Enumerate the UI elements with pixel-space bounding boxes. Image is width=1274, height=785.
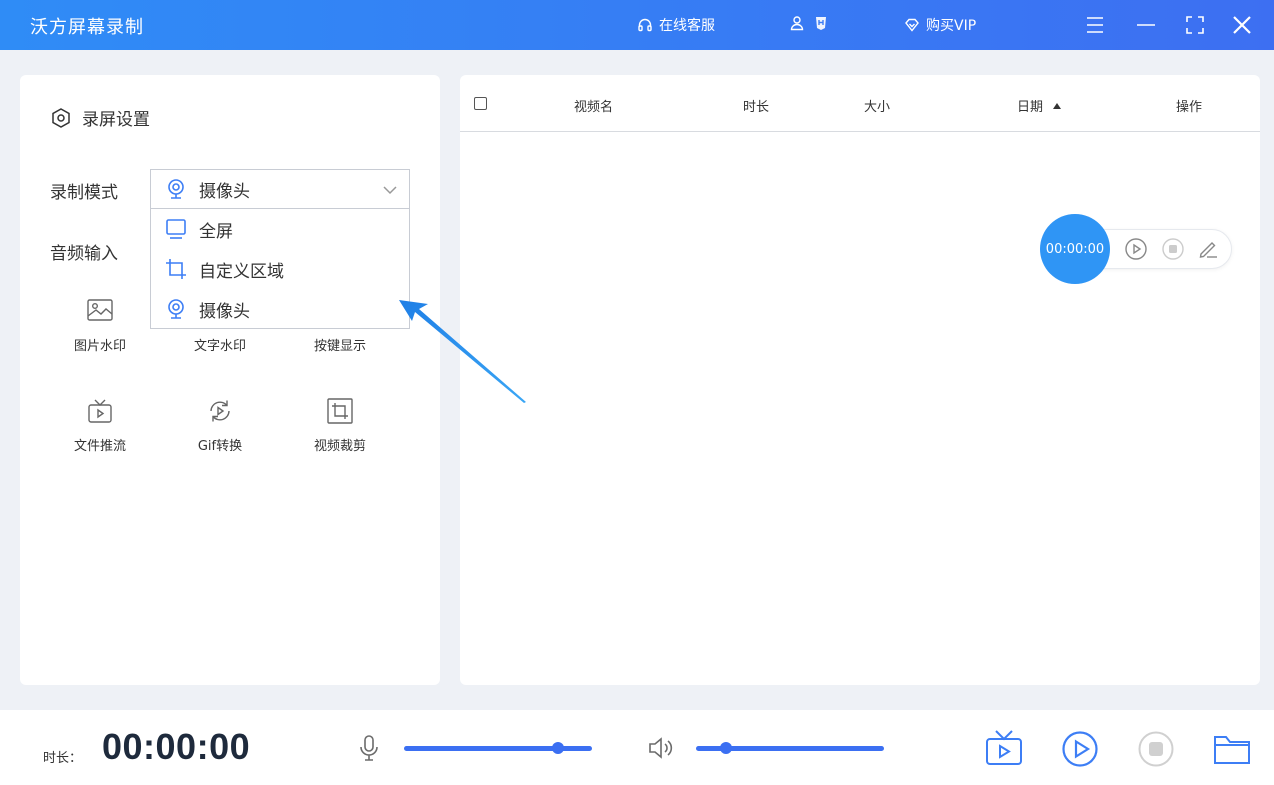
account-button[interactable]: [789, 15, 829, 31]
option-custom-area[interactable]: 自定义区域: [151, 249, 409, 289]
crop-video-icon: [290, 397, 390, 425]
option-label: 全屏: [199, 221, 233, 242]
column-date-label: 日期: [1017, 100, 1044, 115]
tool-video-crop[interactable]: 视频裁剪: [290, 397, 390, 454]
tv-icon: [50, 397, 150, 425]
minimize-icon: [1134, 13, 1158, 37]
microphone-icon: [357, 734, 381, 762]
app-title: 沃方屏幕录制: [30, 17, 144, 38]
option-label: 自定义区域: [199, 261, 284, 282]
folder-icon: [1213, 731, 1251, 767]
menu-button[interactable]: [1083, 13, 1107, 37]
maximize-button[interactable]: [1183, 13, 1207, 37]
microphone-volume-slider[interactable]: [404, 742, 592, 754]
record-settings-panel: 录屏设置 录制模式 音频输入 图片水印 文字水印 按键显示 文件推流 Gif转换: [20, 75, 440, 685]
record-mode-label: 录制模式: [50, 183, 118, 203]
diamond-icon: [904, 17, 920, 33]
audio-input-label: 音频输入: [50, 244, 118, 264]
tool-label: Gif转换: [197, 439, 243, 454]
start-record-button[interactable]: [1061, 730, 1099, 768]
minimize-button[interactable]: [1134, 13, 1158, 37]
floating-recorder-timer[interactable]: 00:00:00: [1040, 214, 1110, 284]
sort-ascending-icon: [1053, 103, 1062, 109]
tool-label: 按键显示: [313, 339, 366, 354]
gif-convert-icon: [170, 397, 270, 425]
online-service-label: 在线客服: [659, 18, 715, 34]
column-actions: 操作: [1176, 100, 1203, 115]
title-bar: 沃方屏幕录制 在线客服 购买VIP: [0, 0, 1274, 50]
column-date[interactable]: 日期: [1017, 96, 1062, 115]
speaker-button[interactable]: [647, 735, 675, 761]
bottom-bar: 时长： 00:00:00: [0, 710, 1274, 785]
floating-stop-button[interactable]: [1161, 237, 1185, 261]
tv-icon: [985, 729, 1023, 767]
slider-knob[interactable]: [552, 742, 565, 754]
crop-icon: [165, 258, 187, 280]
open-folder-button[interactable]: [1213, 731, 1251, 767]
stop-circle-icon: [1137, 730, 1175, 768]
tool-image-watermark[interactable]: 图片水印: [50, 297, 150, 354]
record-mode-value: 摄像头: [199, 181, 250, 202]
select-all-checkbox[interactable]: [474, 97, 487, 110]
monitor-icon: [165, 218, 187, 240]
headset-icon: [637, 17, 653, 33]
record-mode-select[interactable]: 摄像头: [150, 169, 410, 209]
play-circle-icon: [1061, 730, 1099, 768]
settings-header: 录屏设置: [50, 105, 150, 130]
vip-badge-icon: [813, 15, 829, 31]
chevron-down-icon: [381, 181, 399, 199]
tool-label: 文字水印: [193, 339, 246, 354]
play-circle-icon: [1124, 237, 1148, 261]
speaker-icon: [647, 735, 675, 761]
duration-value: 00:00:00: [102, 726, 251, 767]
option-webcam[interactable]: 摄像头: [151, 289, 409, 329]
user-icon: [789, 15, 805, 31]
duration-label: 时长：: [43, 751, 83, 766]
settings-hexagon-icon: [50, 107, 72, 129]
stop-circle-icon: [1161, 237, 1185, 261]
table-header: 视频名 时长 大小 日期 操作: [460, 75, 1260, 132]
close-icon: [1230, 13, 1254, 37]
speaker-volume-slider[interactable]: [696, 742, 884, 754]
tool-gif-convert[interactable]: Gif转换: [170, 397, 270, 454]
online-service-button[interactable]: 在线客服: [637, 15, 715, 35]
column-size[interactable]: 大小: [864, 96, 890, 115]
video-list-panel: 视频名 时长 大小 日期 操作: [460, 75, 1260, 685]
microphone-button[interactable]: [357, 734, 381, 762]
floating-play-button[interactable]: [1124, 237, 1148, 261]
image-watermark-icon: [50, 297, 150, 325]
option-fullscreen[interactable]: 全屏: [151, 209, 409, 249]
hamburger-icon: [1083, 13, 1107, 37]
stop-record-button[interactable]: [1137, 730, 1175, 768]
close-button[interactable]: [1230, 13, 1254, 37]
stream-button[interactable]: [985, 729, 1023, 767]
tool-file-stream[interactable]: 文件推流: [50, 397, 150, 454]
webcam-icon: [165, 298, 187, 320]
option-label: 摄像头: [199, 301, 250, 322]
column-duration[interactable]: 时长: [743, 96, 769, 115]
record-mode-dropdown: 全屏 自定义区域 摄像头: [150, 208, 410, 329]
tool-label: 视频裁剪: [313, 439, 366, 454]
buy-vip-label: 购买VIP: [926, 18, 977, 34]
tool-label: 文件推流: [73, 439, 126, 454]
settings-title: 录屏设置: [82, 110, 150, 130]
fullscreen-icon: [1183, 13, 1207, 37]
tool-label: 图片水印: [73, 339, 126, 354]
webcam-icon: [165, 178, 187, 200]
slider-knob[interactable]: [720, 742, 733, 754]
buy-vip-button[interactable]: 购买VIP: [904, 15, 976, 35]
pencil-icon: [1196, 237, 1220, 261]
floating-edit-button[interactable]: [1196, 237, 1220, 261]
column-video-name[interactable]: 视频名: [574, 96, 613, 115]
